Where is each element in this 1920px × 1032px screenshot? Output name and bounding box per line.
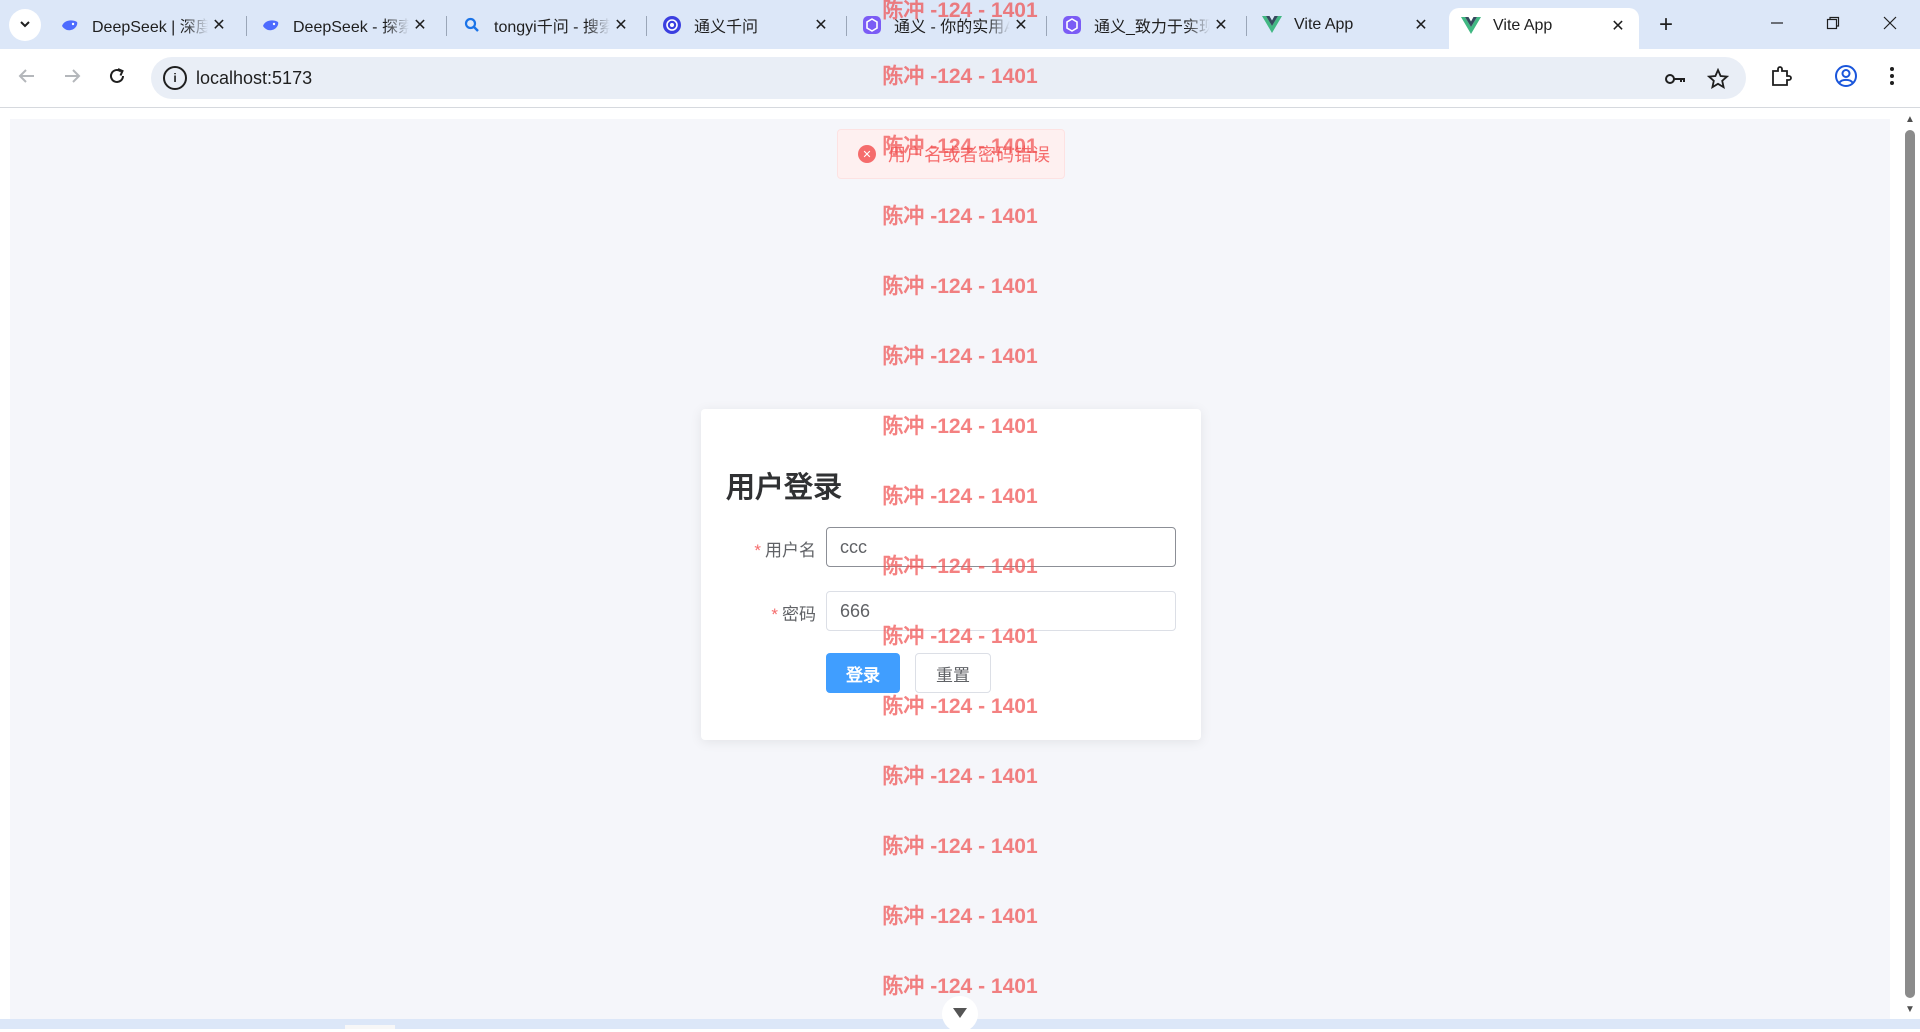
browser-toolbar: i localhost:5173 (0, 49, 1920, 108)
reload-button[interactable] (101, 63, 133, 95)
close-icon[interactable]: ✕ (610, 14, 632, 36)
tab-title: tongyi千问 - 搜索 (494, 19, 610, 36)
close-window-button[interactable] (1866, 6, 1914, 42)
restore-icon (1826, 14, 1840, 35)
extensions-button[interactable] (1765, 63, 1797, 95)
scroll-up-icon[interactable]: ▲ (1904, 113, 1916, 125)
tongyi-app-icon (862, 15, 882, 35)
deepseek-whale-icon (261, 15, 281, 35)
profile-button[interactable] (1830, 63, 1862, 95)
username-input[interactable] (826, 527, 1176, 567)
required-mark: * (771, 605, 778, 624)
star-icon[interactable] (1706, 67, 1730, 91)
minimize-icon (1770, 14, 1784, 35)
scroll-thumb[interactable] (1905, 130, 1915, 998)
close-icon[interactable]: ✕ (1010, 14, 1032, 36)
tab-search-button[interactable] (9, 9, 41, 41)
tab-vite-app-active[interactable]: Vite App ✕ (1449, 8, 1639, 49)
tab-deepseek-1[interactable]: DeepSeek | 深度求索 ✕ (48, 8, 240, 42)
close-icon[interactable]: ✕ (208, 14, 230, 36)
deepseek-whale-icon (60, 15, 80, 35)
plus-icon: + (1658, 11, 1673, 38)
new-tab-button[interactable]: + (1651, 10, 1681, 40)
forward-button[interactable] (56, 63, 88, 95)
tab-separator (646, 16, 647, 36)
bottom-chip (345, 1025, 395, 1029)
url-text: localhost:5173 (196, 68, 313, 88)
tab-tongyi-search[interactable]: tongyi千问 - 搜索 ✕ (450, 8, 642, 42)
tab-separator (246, 16, 247, 36)
tab-title: DeepSeek | 深度求索 (92, 19, 208, 36)
reset-button[interactable]: 重置 (915, 653, 991, 693)
page-scrollbar[interactable]: ▲ ▼ (1900, 110, 1920, 1020)
chevron-down-icon (18, 17, 32, 34)
password-input[interactable] (826, 591, 1176, 631)
tab-tongyi-realize[interactable]: 通义_致力于实现 ✕ (1050, 8, 1242, 42)
close-icon[interactable]: ✕ (810, 14, 832, 36)
login-card: 用户登录 *用户名 *密码 登录 重置 (701, 409, 1201, 740)
required-mark: * (754, 541, 761, 560)
tab-strip: DeepSeek | 深度求索 ✕ DeepSeek - 探索未至之境 ✕ to… (0, 0, 1920, 49)
tab-tongyi-assistant[interactable]: 通义 - 你的实用AI助手 ✕ (850, 8, 1042, 42)
login-button[interactable]: 登录 (826, 653, 900, 693)
tongyi-app-icon (1062, 15, 1082, 35)
tab-separator (446, 16, 447, 36)
more-vert-icon (1889, 66, 1895, 92)
tab-separator (1246, 16, 1247, 36)
password-label: * 密码 (771, 605, 816, 624)
site-info-icon[interactable]: i (163, 66, 187, 90)
login-title: 用户登录 (726, 472, 843, 504)
vue-icon (1262, 15, 1282, 35)
tab-title: Vite App (1493, 16, 1553, 34)
arrow-right-icon (63, 67, 81, 91)
close-icon[interactable]: ✕ (1410, 14, 1432, 36)
tab-separator (1046, 16, 1047, 36)
close-icon (1883, 14, 1897, 35)
error-message-text: 用户名或者密码错误 (888, 145, 1050, 165)
vue-icon (1461, 16, 1481, 36)
tab-title: 通义_致力于实现 (1094, 19, 1210, 36)
tongyi-icon (662, 15, 682, 35)
expand-button[interactable] (942, 996, 978, 1032)
username-label: * 用户名 (754, 541, 816, 560)
puzzle-icon (1770, 65, 1792, 93)
tab-title: 通义 - 你的实用AI助手 (894, 19, 1010, 36)
close-icon[interactable]: ✕ (1607, 15, 1629, 37)
tab-title: Vite App (1294, 16, 1354, 33)
search-icon (462, 15, 482, 35)
error-circle-icon: ✕ (858, 145, 876, 163)
tab-deepseek-2[interactable]: DeepSeek - 探索未至之境 ✕ (249, 8, 441, 42)
tab-tongyi-qianwen[interactable]: 通义千问 ✕ (650, 8, 842, 42)
close-icon[interactable]: ✕ (409, 14, 431, 36)
chevron-down-icon (952, 1006, 968, 1023)
restore-button[interactable] (1809, 6, 1857, 42)
error-message: ✕ 用户名或者密码错误 (837, 129, 1065, 179)
tab-separator (846, 16, 847, 36)
menu-button[interactable] (1876, 63, 1908, 95)
address-bar[interactable]: i localhost:5173 (151, 57, 1746, 99)
close-icon[interactable]: ✕ (1210, 14, 1232, 36)
key-icon[interactable] (1663, 67, 1687, 91)
tab-title: 通义千问 (694, 19, 759, 36)
tab-vite-app-1[interactable]: Vite App ✕ (1250, 8, 1442, 42)
tab-title: DeepSeek - 探索未至之境 (293, 19, 409, 36)
minimize-button[interactable] (1753, 6, 1801, 42)
back-button[interactable] (11, 63, 43, 95)
account-circle-icon (1834, 64, 1858, 94)
reload-icon (108, 67, 126, 91)
scroll-down-icon[interactable]: ▼ (1904, 1003, 1916, 1015)
arrow-left-icon (18, 67, 36, 91)
